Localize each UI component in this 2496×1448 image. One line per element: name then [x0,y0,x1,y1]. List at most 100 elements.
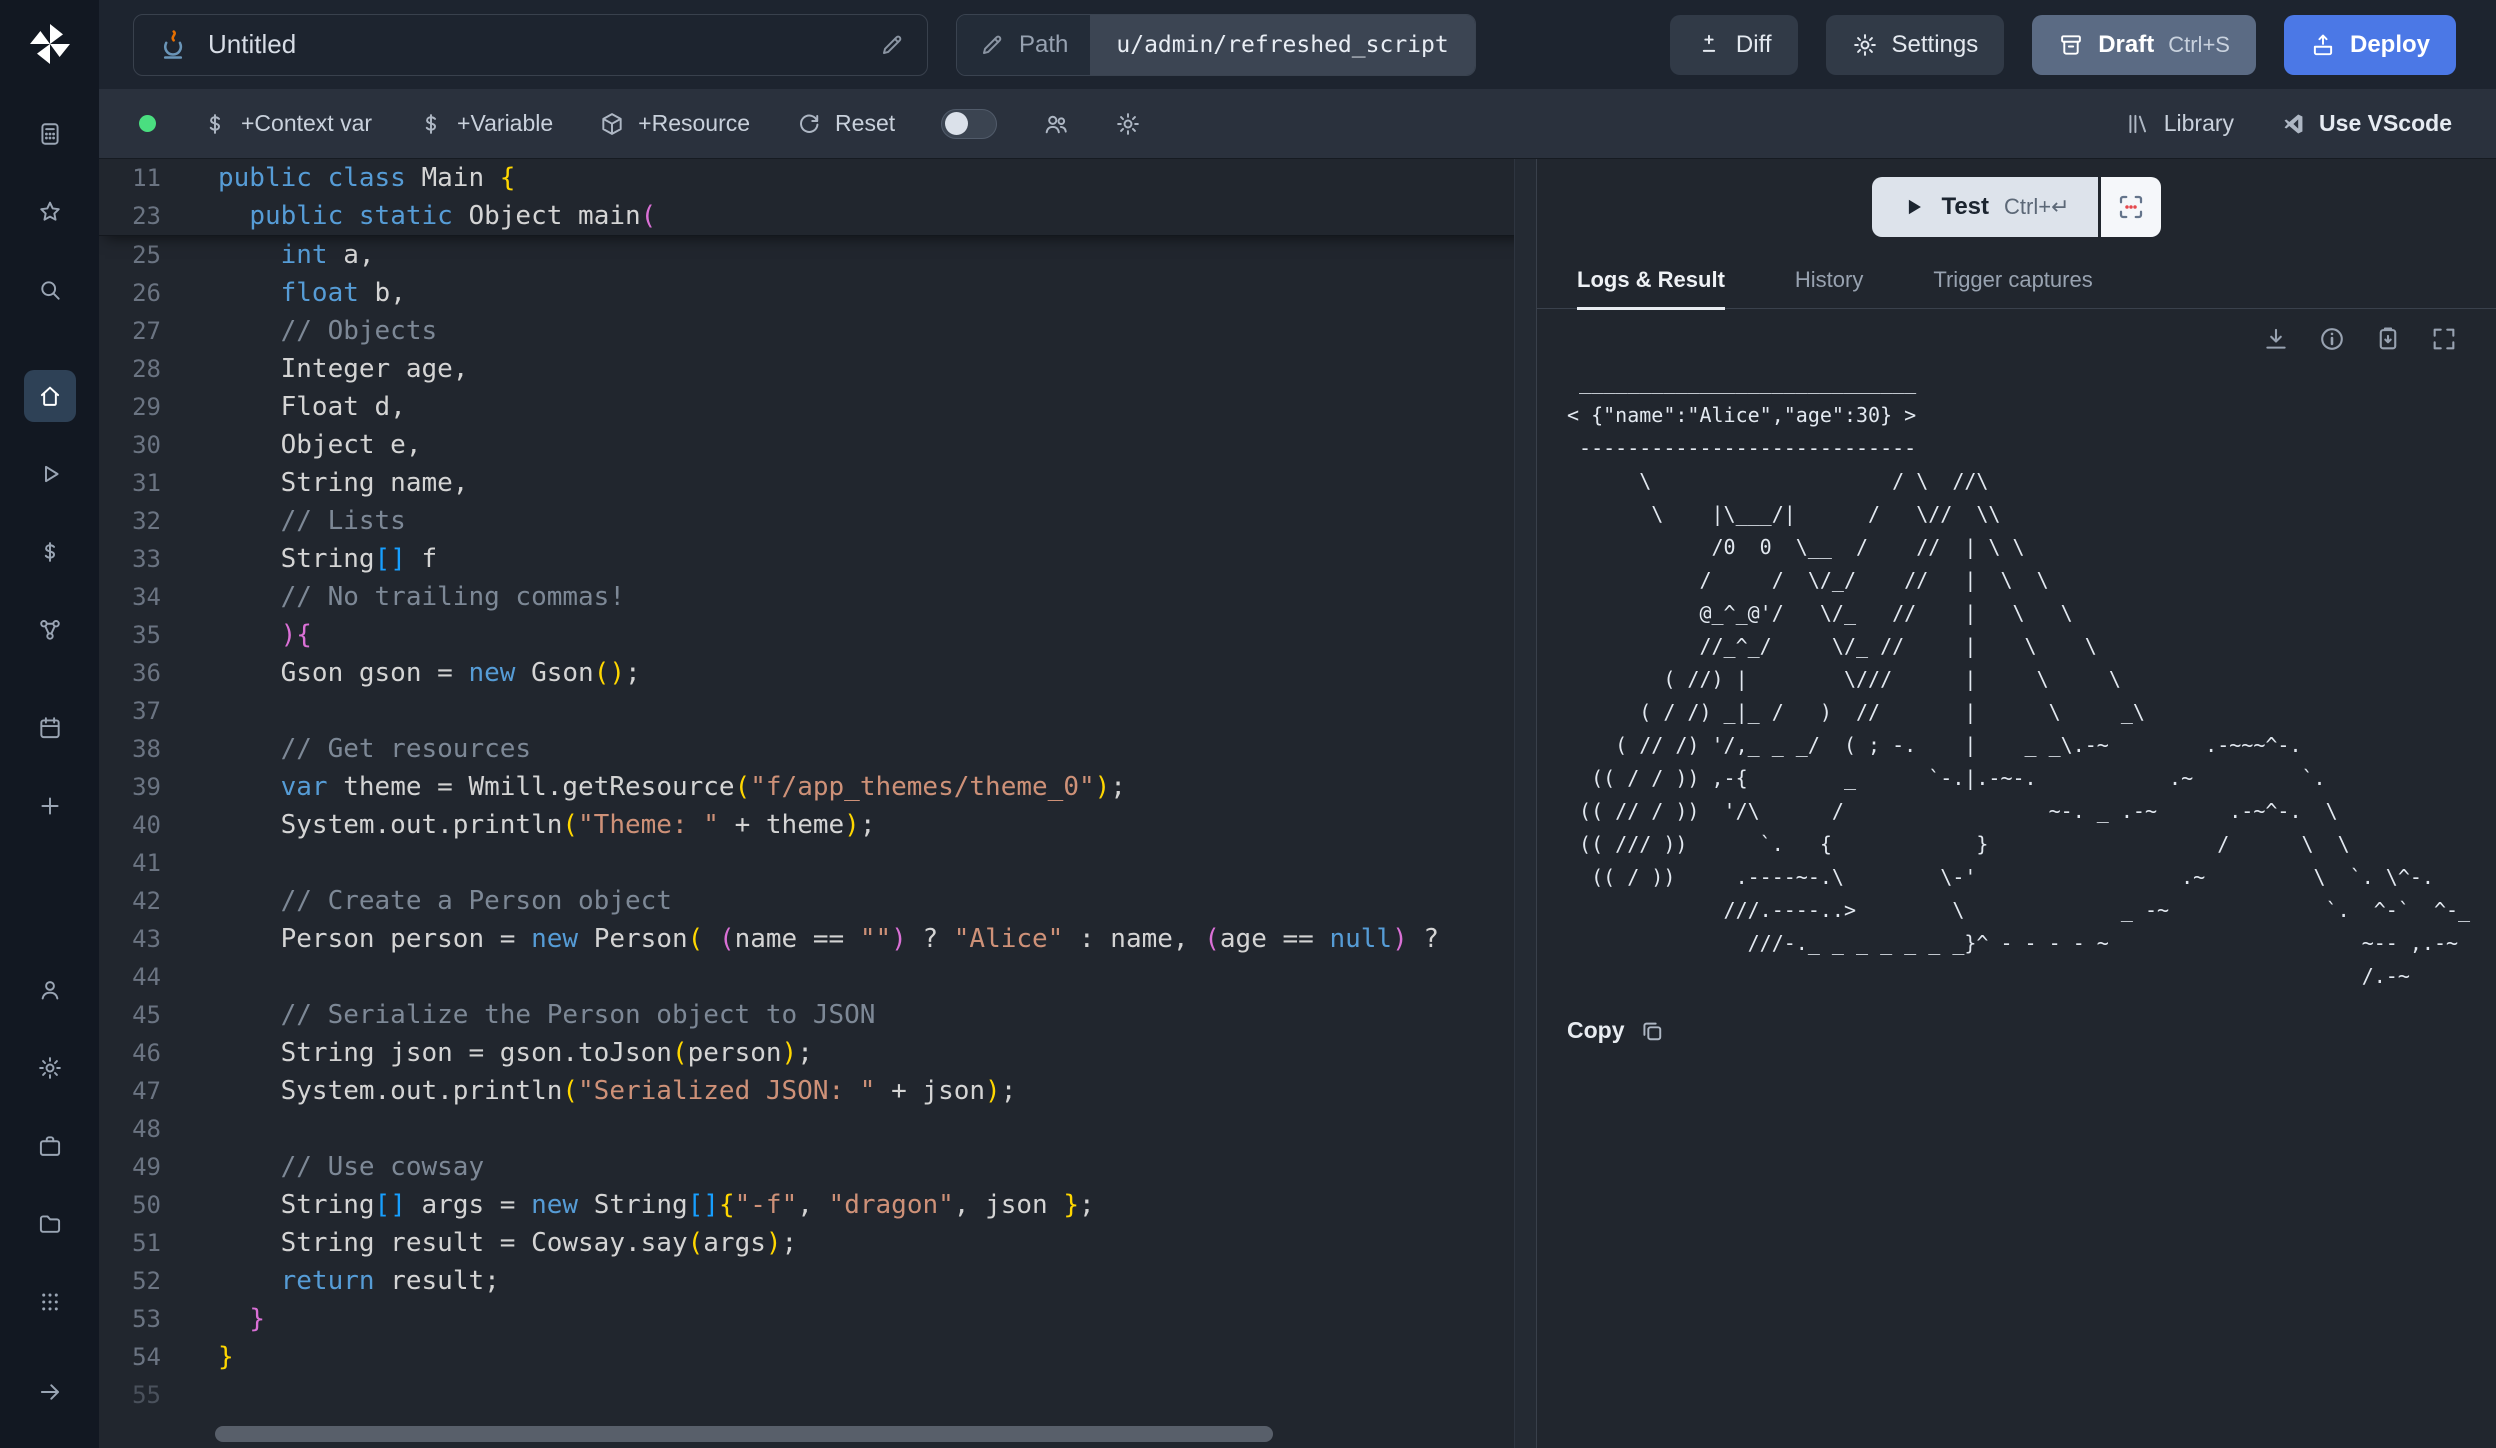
sidebar-item-home[interactable] [24,370,76,422]
tab-trigger-captures[interactable]: Trigger captures [1933,267,2092,308]
sidebar-item-create[interactable] [24,780,76,832]
diff-mode-toggle[interactable] [941,109,997,139]
clipboard-icon [2374,325,2402,353]
deploy-button[interactable]: Deploy [2284,15,2456,75]
sidebar-item-runs[interactable] [24,448,76,500]
code-line[interactable]: 43 Person person = new Person( (name == … [99,920,1536,958]
vertical-scrollbar[interactable] [1514,159,1536,1448]
edit-title-icon[interactable] [879,32,905,58]
code-line[interactable]: 51 String result = Cowsay.say(args); [99,1224,1536,1262]
result-output: ____________________________ < {"name":"… [1567,366,2496,993]
code-line[interactable]: 50 String[] args = new String[]{"-f", "d… [99,1186,1536,1224]
sidebar-item-resources[interactable] [24,604,76,656]
clipboard-result-button[interactable] [2374,325,2402,356]
users-icon[interactable] [1043,111,1069,137]
code-line[interactable]: 26 float b, [99,274,1536,312]
sidebar-item-account[interactable] [24,964,76,1016]
sidebar-item-apps[interactable] [24,1276,76,1328]
result-info-button[interactable] [2318,325,2346,356]
code-line[interactable]: 49 // Use cowsay [99,1148,1536,1186]
test-row: Test Ctrl+↵ [1537,159,2496,255]
deploy-icon [2310,32,2336,58]
code-line[interactable]: 48 [99,1110,1536,1148]
add-variable-button[interactable]: +Variable [418,110,553,137]
add-resource-button[interactable]: +Resource [599,110,750,137]
sidebar-item-collapse[interactable] [24,1366,76,1418]
line-number: 35 [99,616,161,654]
tab-history[interactable]: History [1795,267,1863,308]
code-line[interactable]: 47 System.out.println("Serialized JSON: … [99,1072,1536,1110]
capture-button[interactable] [2101,177,2161,237]
code-line[interactable]: 55 [99,1376,1536,1414]
play-icon [37,461,63,487]
line-number: 27 [99,312,161,350]
result-actions [1537,309,2496,360]
code-line[interactable]: 46 String json = gson.toJson(person); [99,1034,1536,1072]
code-line[interactable]: 11public class Main { [99,159,1536,197]
draft-button[interactable]: Draft Ctrl+S [2032,15,2256,75]
code-line[interactable]: 39 var theme = Wmill.getResource("f/app_… [99,768,1536,806]
code-line[interactable]: 30 Object e, [99,426,1536,464]
draft-save-icon [2058,32,2084,58]
code-line[interactable]: 34 // No trailing commas! [99,578,1536,616]
code-line[interactable]: 29 Float d, [99,388,1536,426]
code-line[interactable]: 44 [99,958,1536,996]
code-line[interactable]: 40 System.out.println("Theme: " + theme)… [99,806,1536,844]
code-line[interactable]: 27 // Objects [99,312,1536,350]
code-line[interactable]: 28 Integer age, [99,350,1536,388]
panel-tabs: Logs & Result History Trigger captures [1537,255,2496,309]
line-number: 29 [99,388,161,426]
script-title-input[interactable]: Untitled [133,14,928,76]
use-vscode-button[interactable]: Use VScode [2280,110,2452,137]
sidebar-item-variables[interactable] [24,526,76,578]
line-number: 39 [99,768,161,806]
sidebar-item-calculator[interactable] [24,108,76,160]
horizontal-scrollbar[interactable] [215,1426,1273,1442]
add-context-var-button[interactable]: +Context var [202,110,372,137]
code-line[interactable]: 42 // Create a Person object [99,882,1536,920]
code-line[interactable]: 45 // Serialize the Person object to JSO… [99,996,1536,1034]
line-number: 33 [99,540,161,578]
windmill-logo-icon[interactable] [26,20,74,68]
code-line[interactable]: 33 String[] f [99,540,1536,578]
copy-icon[interactable] [1639,1018,1665,1044]
sidebar-item-search[interactable] [24,264,76,316]
code-line[interactable]: 37 [99,692,1536,730]
sidebar-item-folders[interactable] [24,1198,76,1250]
tab-logs-result[interactable]: Logs & Result [1577,267,1725,308]
scan-icon [2116,192,2146,222]
code-line[interactable]: 54} [99,1338,1536,1376]
griddots-icon [37,1289,63,1315]
line-number: 26 [99,274,161,312]
settings-button[interactable]: Settings [1826,15,2005,75]
editor-settings-gear-icon[interactable] [1115,111,1141,137]
expand-result-button[interactable] [2430,325,2458,356]
diff-button[interactable]: Diff [1670,15,1798,75]
code-line[interactable]: 35 ){ [99,616,1536,654]
path-control[interactable]: Path u/admin/refreshed_script [956,14,1476,76]
sidebar-item-favorites[interactable] [24,186,76,238]
code-line[interactable]: 31 String name, [99,464,1536,502]
calculator-icon [37,121,63,147]
library-button[interactable]: Library [2125,110,2234,137]
reset-button[interactable]: Reset [796,110,895,137]
code-line[interactable]: 32 // Lists [99,502,1536,540]
download-result-button[interactable] [2262,325,2290,356]
code-editor[interactable]: 11public class Main {23 public static Ob… [99,159,1536,1448]
code-line[interactable]: 23 public static Object main( [99,197,1536,235]
code-line[interactable]: 52 return result; [99,1262,1536,1300]
code-line[interactable]: 25 int a, [99,236,1536,274]
gear-icon [37,1055,63,1081]
test-button[interactable]: Test Ctrl+↵ [1872,177,2097,237]
sidebar-item-settings[interactable] [24,1042,76,1094]
sidebar-item-workers[interactable] [24,1120,76,1172]
line-number: 40 [99,806,161,844]
code-line[interactable]: 36 Gson gson = new Gson(); [99,654,1536,692]
copy-button[interactable]: Copy [1567,1017,1625,1044]
sticky-scroll-lines: 11public class Main {23 public static Ob… [99,159,1536,236]
code-line[interactable]: 41 [99,844,1536,882]
code-line[interactable]: 38 // Get resources [99,730,1536,768]
code-line[interactable]: 53 } [99,1300,1536,1338]
sidebar-item-schedules[interactable] [24,702,76,754]
line-number: 47 [99,1072,161,1110]
